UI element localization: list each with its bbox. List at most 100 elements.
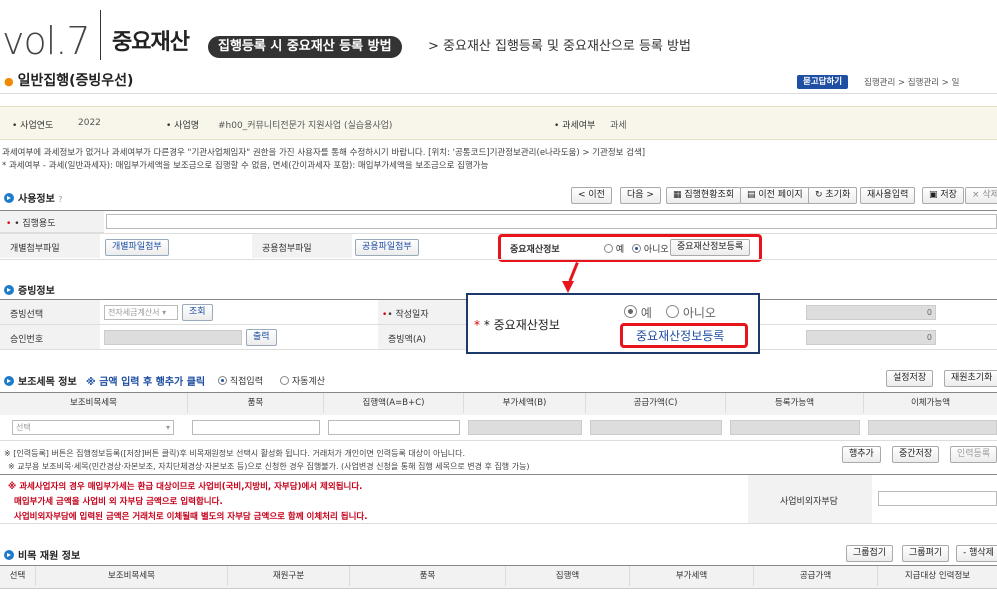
zoom-no-label: 아니오 <box>682 306 716 320</box>
delete-row-button[interactable]: - 행삭제 <box>956 545 997 562</box>
radio-selected-icon <box>632 244 641 253</box>
source-section-title: 비목 재원 정보 <box>4 547 80 562</box>
col-source-exec: 집행액 <box>506 566 630 586</box>
prev-page-label: 이전 페이지 <box>758 190 803 200</box>
direct-input-radio[interactable]: 직접입력 <box>218 374 263 387</box>
asset-register-button[interactable]: 중요재산정보등록 <box>670 239 751 256</box>
row-line <box>0 259 997 260</box>
project-value: #h00_커뮤니티전문가 지원사업 (실습용사업) <box>218 121 393 131</box>
lookup-button[interactable]: 조회 <box>182 304 213 321</box>
prev-button[interactable]: < 이전 <box>571 187 612 204</box>
vol-label: vol.7 <box>2 19 91 63</box>
usage-top-line <box>0 210 997 211</box>
self-burden-input[interactable] <box>878 491 997 506</box>
col-exec-amount: 집행액(A=B+C) <box>324 393 464 413</box>
radio-selected-icon <box>218 376 227 385</box>
col-subitem: 보조비목세목 <box>0 393 188 413</box>
group-expand-button[interactable]: 그룹펴기 <box>902 545 950 562</box>
tax-label: • 과세여부 <box>554 121 596 131</box>
radio-icon <box>604 244 613 253</box>
exec-status-label: 집행현황조회 <box>684 190 735 200</box>
row-line <box>0 233 997 234</box>
col-source-item: 품목 <box>350 566 506 586</box>
zoom-asset-label: * * 중요재산정보 <box>474 318 560 332</box>
zoom-asset-register-button[interactable]: 중요재산정보등록 <box>636 327 724 344</box>
row-line <box>0 523 997 524</box>
asset-info-label: 중요재산정보 <box>510 245 560 255</box>
vat-notice-3: 사업비외자부담에 입력된 금액은 거래처로 이체될때 별도의 자부담 금액으로 … <box>14 512 368 522</box>
prev-page-button[interactable]: ▤ 이전 페이지 <box>740 187 810 204</box>
radio-selected-icon <box>624 305 637 318</box>
mid-save-button[interactable]: 중간저장 <box>892 446 940 463</box>
auto-calc-label: 자동계산 <box>291 377 325 387</box>
zoom-no-radio[interactable]: 아니오 <box>666 304 716 321</box>
zoom-yes-radio[interactable]: 예 <box>624 304 652 321</box>
approval-input <box>104 330 242 345</box>
personnel-register-button[interactable]: 인력등록 <box>950 446 997 463</box>
red-arrow-head-icon <box>562 281 574 293</box>
reset-button[interactable]: ↻ 초기화 <box>808 187 858 204</box>
source-section-text: 비목 재원 정보 <box>18 551 81 562</box>
subsidy-note: ※ 교부용 보조비목·세목(민간경상·자본보조, 자치단체경상·자본보조 등)으… <box>8 462 530 471</box>
evidence-select-label: 증빙선택 <box>10 310 44 320</box>
red-arrow-icon <box>568 262 579 282</box>
tax-note-1: 과세여부에 과세정보가 없거나 과세여부가 다른경우 "기관사업체임자" 권한을… <box>2 148 646 158</box>
breadcrumb: 집행관리 > 집행관리 > 일 <box>864 78 960 88</box>
evidence-amount-label: 증빙액(A) <box>388 335 427 345</box>
col-registrable: 등록가능액 <box>726 393 864 413</box>
evidence-select[interactable]: 전자세금계산서 ▾ <box>104 305 178 320</box>
purpose-label: • • 집행용도 <box>6 219 56 229</box>
info-band <box>0 106 997 140</box>
refresh-icon: ↻ <box>815 190 826 200</box>
qna-button[interactable]: 묻고답하기 <box>797 75 849 89</box>
col-vat: 부가세액(B) <box>464 393 586 413</box>
exec-amount-input[interactable] <box>328 420 460 435</box>
tax-value: 과세 <box>610 121 627 131</box>
section-arrow-icon <box>4 550 14 560</box>
source-reset-button[interactable]: 재원초기화 <box>944 370 997 387</box>
vat-notice-2: 매입부가세 금액을 사업비 외 자부담 금액으로 입력합니다. <box>14 497 223 507</box>
year-label: • 사업연도 <box>12 121 54 131</box>
page-title: ● 일반집행(증빙우선) <box>4 72 133 91</box>
row-line <box>0 440 997 441</box>
direct-input-label: 직접입력 <box>229 377 263 387</box>
evidence-section-title: 증빙정보 <box>4 282 55 297</box>
auto-calc-radio[interactable]: 자동계산 <box>280 374 325 387</box>
asset-no-radio[interactable]: 아니오 <box>632 242 669 255</box>
supply-field <box>590 420 722 435</box>
individual-file-label: 개별첨부파일 <box>10 244 60 254</box>
subitem-hint: ※ 금액 입력 후 행추가 클릭 <box>86 377 206 388</box>
subitem-select[interactable]: 선택 ▾ <box>12 420 174 435</box>
next-button[interactable]: 다음 > <box>620 187 661 204</box>
exec-status-button[interactable]: ▦ 집행현황조회 <box>666 187 742 204</box>
self-burden-label: 사업비외자부담 <box>780 497 838 507</box>
approval-label: 승인번호 <box>10 335 44 345</box>
col-item: 품목 <box>188 393 324 413</box>
reuse-button[interactable]: 재사용입력 <box>860 187 916 204</box>
subitem-select-placeholder: 선택 <box>16 423 31 432</box>
individual-file-button[interactable]: 개별파일첨부 <box>105 239 169 256</box>
zoom-yes-label: 예 <box>640 306 652 320</box>
col-source-subitem: 보조비목세목 <box>36 566 228 586</box>
chevron-down-icon: ▾ <box>165 423 170 432</box>
subitem-section-text: 보조세목 정보 <box>18 377 77 388</box>
save-icon: ▣ <box>929 190 941 200</box>
help-icon[interactable]: ? <box>58 195 62 204</box>
write-date-label: •• 작성일자 <box>382 310 429 320</box>
print-button[interactable]: 출력 <box>246 329 277 346</box>
col-select: 선택 <box>0 566 36 586</box>
save-button[interactable]: ▣ 저장 <box>922 187 964 204</box>
registrable-field <box>730 420 860 435</box>
add-row-button[interactable]: 행추가 <box>842 446 881 463</box>
delete-button[interactable]: × 삭제 <box>965 187 997 204</box>
purpose-input[interactable] <box>106 214 997 229</box>
item-input[interactable] <box>192 420 320 435</box>
vat-field <box>468 420 582 435</box>
group-collapse-button[interactable]: 그룹접기 <box>846 545 894 562</box>
asset-yes-radio[interactable]: 예 <box>604 242 624 255</box>
page-icon: ▤ <box>747 190 759 200</box>
chevron-down-icon: ▾ <box>162 308 167 317</box>
settings-save-button[interactable]: 설정저장 <box>886 370 934 387</box>
purpose-label-text: • 집행용도 <box>14 219 56 229</box>
common-file-button[interactable]: 공용파일첨부 <box>355 239 419 256</box>
